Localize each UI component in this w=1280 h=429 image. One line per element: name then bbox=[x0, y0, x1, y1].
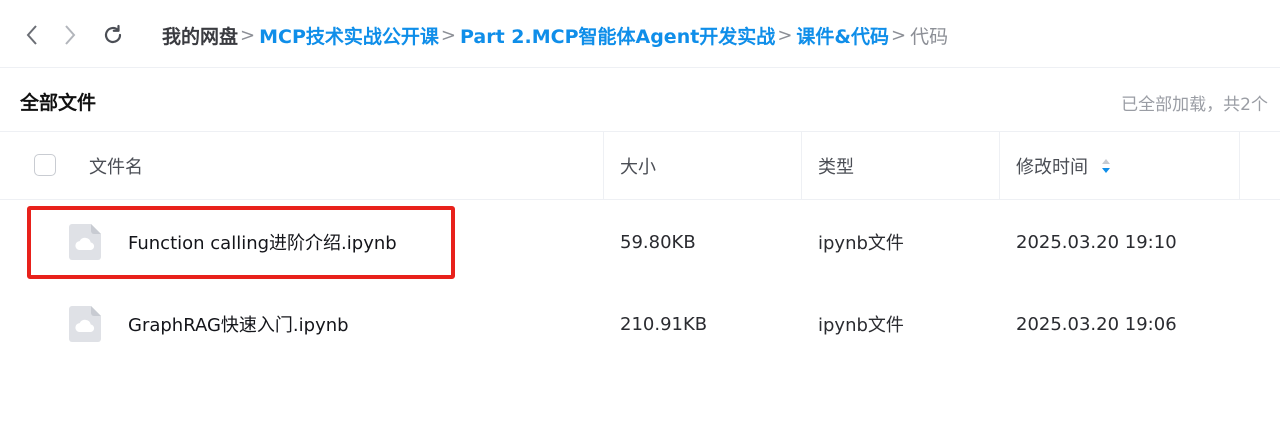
file-list-header: 全部文件 已全部加载，共2个 bbox=[0, 68, 1280, 132]
column-divider bbox=[1239, 132, 1240, 200]
breadcrumb-item-mcp-course[interactable]: MCP技术实战公开课 bbox=[259, 22, 439, 49]
chevron-left-icon bbox=[26, 25, 37, 45]
column-header-type[interactable]: 类型 bbox=[818, 132, 854, 200]
column-header-modified-label: 修改时间 bbox=[1016, 157, 1088, 178]
page-title: 全部文件 bbox=[20, 92, 97, 114]
breadcrumb-root[interactable]: 我的网盘 bbox=[162, 22, 238, 49]
column-header-size[interactable]: 大小 bbox=[620, 132, 656, 200]
breadcrumb-separator: > bbox=[777, 24, 793, 46]
breadcrumb-item-courseware[interactable]: 课件&代码 bbox=[796, 22, 889, 49]
column-divider bbox=[801, 132, 802, 200]
cloud-file-icon bbox=[69, 306, 101, 342]
top-navigation-bar: 我的网盘 > MCP技术实战公开课 > Part 2.MCP智能体Agent开发… bbox=[0, 0, 1280, 68]
table-header: 文件名 大小 类型 修改时间 bbox=[0, 132, 1280, 200]
breadcrumb-separator: > bbox=[240, 24, 256, 46]
file-size: 210.91KB bbox=[620, 313, 708, 335]
column-header-name[interactable]: 文件名 bbox=[89, 132, 143, 200]
chevron-right-icon bbox=[65, 25, 76, 45]
column-divider bbox=[999, 132, 1000, 200]
breadcrumb-separator: > bbox=[440, 24, 456, 46]
file-modified: 2025.03.20 19:06 bbox=[1016, 313, 1177, 335]
breadcrumb-separator: > bbox=[890, 24, 907, 46]
breadcrumb: 我的网盘 > MCP技术实战公开课 > Part 2.MCP智能体Agent开发… bbox=[162, 21, 948, 49]
file-name[interactable]: Function calling进阶介绍.ipynb bbox=[128, 201, 397, 283]
table-row[interactable]: Function calling进阶介绍.ipynb 59.80KB ipynb… bbox=[0, 201, 1280, 283]
breadcrumb-current: 代码 bbox=[910, 25, 949, 48]
refresh-button[interactable] bbox=[101, 22, 125, 48]
column-divider bbox=[603, 132, 604, 200]
file-type: ipynb文件 bbox=[818, 315, 904, 336]
select-all-checkbox[interactable] bbox=[34, 154, 56, 176]
back-button[interactable] bbox=[20, 22, 44, 48]
table-row[interactable]: GraphRAG快速入门.ipynb 210.91KB ipynb文件 2025… bbox=[0, 283, 1280, 365]
refresh-icon bbox=[104, 24, 122, 44]
forward-button[interactable] bbox=[58, 22, 82, 48]
sort-icon[interactable] bbox=[1100, 157, 1112, 175]
breadcrumb-item-part2[interactable]: Part 2.MCP智能体Agent开发实战 bbox=[460, 22, 775, 49]
column-header-modified[interactable]: 修改时间 bbox=[1016, 132, 1112, 200]
cloud-file-icon bbox=[69, 224, 101, 260]
file-modified: 2025.03.20 19:10 bbox=[1016, 231, 1177, 253]
file-size: 59.80KB bbox=[620, 231, 696, 253]
load-status: 已全部加载，共2个 bbox=[1121, 95, 1268, 115]
file-name[interactable]: GraphRAG快速入门.ipynb bbox=[128, 283, 349, 365]
file-type: ipynb文件 bbox=[818, 233, 904, 254]
